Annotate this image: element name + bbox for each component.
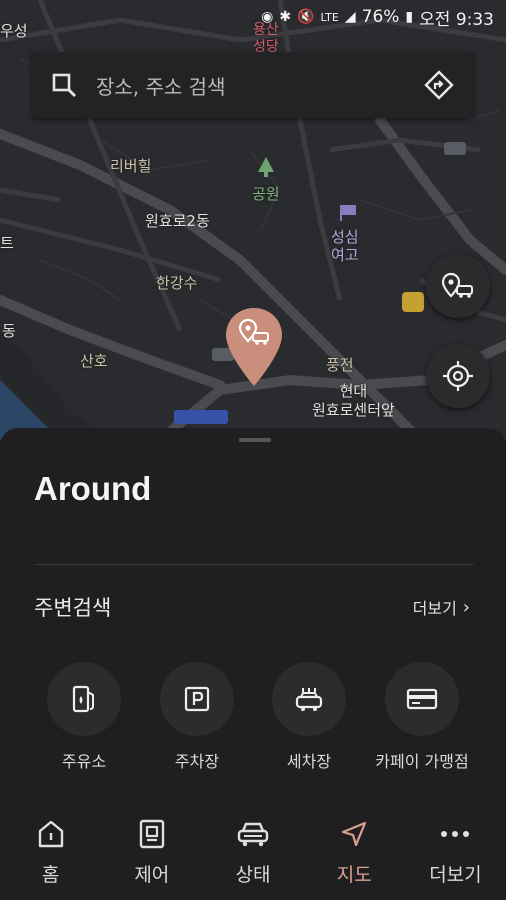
tab-label: 지도: [336, 864, 372, 886]
battery-icon: ▮: [405, 9, 414, 25]
category-label: 카페이 가맹점: [375, 752, 469, 771]
directions-icon: [424, 70, 454, 100]
tab-status[interactable]: 상태: [202, 812, 303, 900]
tab-label: 제어: [134, 864, 170, 886]
parking-icon: [160, 662, 234, 736]
map-label: 원효로2동: [145, 212, 210, 230]
map-label: 풍전: [326, 356, 354, 374]
search-icon: [32, 52, 96, 118]
search-bar[interactable]: 장소, 주소 검색: [32, 52, 474, 118]
tab-control[interactable]: 제어: [101, 812, 202, 900]
sheet-drag-handle[interactable]: [239, 438, 271, 442]
tab-home[interactable]: 홈: [0, 812, 101, 900]
car-position-pin-icon[interactable]: [224, 306, 284, 388]
chevron-right-icon: ›: [462, 596, 470, 618]
map-label-park: 공원: [252, 185, 280, 203]
battery-percent: 76%: [361, 7, 400, 27]
mute-icon: 🔇: [297, 9, 315, 25]
map-label-school: 성심 여고: [331, 228, 359, 264]
tab-label: 상태: [235, 864, 271, 886]
map-label: 트: [0, 234, 14, 252]
car-wash-icon: [272, 662, 346, 736]
status-bar: ◉ ✱ 🔇 LTE ◢ 76% ▮ 오전 9:33: [0, 0, 506, 34]
category-parking[interactable]: 주차장: [142, 662, 252, 772]
location-icon: ◉: [261, 9, 274, 25]
section-title-nearby: 주변검색: [34, 596, 112, 620]
category-gas-station[interactable]: 주유소: [29, 662, 139, 772]
more-label: 더보기: [412, 599, 457, 618]
clock: 오전 9:33: [419, 9, 494, 30]
category-label: 세차장: [286, 752, 332, 771]
more-dots-icon: [440, 818, 470, 850]
my-location-button[interactable]: [426, 344, 490, 408]
map-label: 산호: [80, 352, 108, 370]
map-label: 한강수: [156, 274, 198, 292]
tab-label: 더보기: [429, 864, 482, 886]
bottom-navigation: 홈 제어 상태 지도 더보기: [0, 812, 506, 900]
around-bottom-sheet: Around 주변검색 더보기 › 주유소 주차장 세차장 카페이 가맹점 홈 …: [0, 428, 506, 900]
gas-station-icon: [47, 662, 121, 736]
home-icon: [37, 818, 65, 850]
crosshair-icon: [443, 361, 473, 391]
car-location-button[interactable]: [426, 254, 490, 318]
tab-label: 홈: [41, 864, 60, 886]
signal-icon: ◢: [344, 9, 356, 25]
category-car-wash[interactable]: 세차장: [254, 662, 364, 772]
bluetooth-icon: ✱: [279, 9, 292, 25]
map-label-bus-stop: 현대 원효로센터앞: [312, 382, 395, 419]
navigation-icon: [340, 818, 368, 850]
route-button[interactable]: [404, 52, 474, 118]
remote-icon: [139, 818, 165, 850]
car-pin-icon: [442, 272, 473, 298]
tab-more[interactable]: 더보기: [405, 812, 506, 900]
map-label: 동: [2, 322, 16, 340]
sheet-title: Around: [34, 470, 152, 507]
network-type: LTE: [320, 10, 339, 24]
category-label: 주차장: [174, 752, 220, 771]
search-input[interactable]: 장소, 주소 검색: [96, 71, 404, 100]
divider: [34, 564, 474, 565]
category-kapay-merchant[interactable]: 카페이 가맹점: [367, 662, 477, 772]
tab-map[interactable]: 지도: [304, 812, 405, 900]
card-icon: [385, 662, 459, 736]
more-button[interactable]: 더보기 ›: [413, 595, 470, 619]
map-label: 리버힐: [110, 157, 152, 175]
car-status-icon: [236, 818, 270, 850]
map-view[interactable]: 우성 트 동 용산 성당 리버힐 공원 원효로2동 성심 여고 한강수 산호 풍…: [0, 0, 506, 440]
category-label: 주유소: [61, 752, 107, 771]
